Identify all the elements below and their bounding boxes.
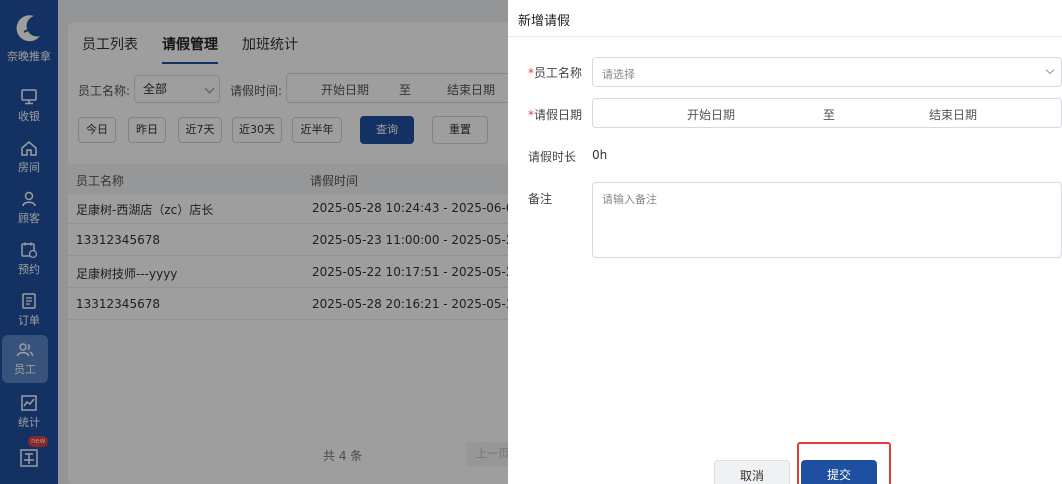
duration-value: 0h <box>592 148 608 162</box>
note-textarea[interactable]: 请输入备注 <box>592 182 1062 258</box>
cancel-button[interactable]: 取消 <box>714 460 790 484</box>
start-date-input[interactable]: 开始日期 <box>687 106 735 123</box>
employee-select-placeholder: 请选择 <box>602 68 635 81</box>
drawer-title: 新增请假 <box>518 14 571 29</box>
employee-field-label: *员工名称 <box>528 66 583 80</box>
chevron-down-icon <box>1045 65 1055 75</box>
leave-date-label: *请假日期 <box>528 108 583 122</box>
end-date-input[interactable]: 结束日期 <box>929 106 977 123</box>
duration-label: 请假时长 <box>528 150 577 164</box>
employee-select[interactable]: 请选择 <box>592 57 1062 87</box>
note-placeholder: 请输入备注 <box>602 193 657 206</box>
note-label: 备注 <box>528 192 553 206</box>
leave-date-range[interactable]: 开始日期 至 结束日期 <box>592 98 1062 128</box>
add-leave-drawer: 新增请假 *员工名称 请选择 *请假日期 开始日期 至 结束日期 请假时长 0h… <box>508 0 1062 484</box>
range-separator: 至 <box>823 108 836 122</box>
modal-overlay[interactable] <box>0 0 508 484</box>
submit-button[interactable]: 提交 <box>801 460 877 484</box>
divider <box>508 36 1062 37</box>
